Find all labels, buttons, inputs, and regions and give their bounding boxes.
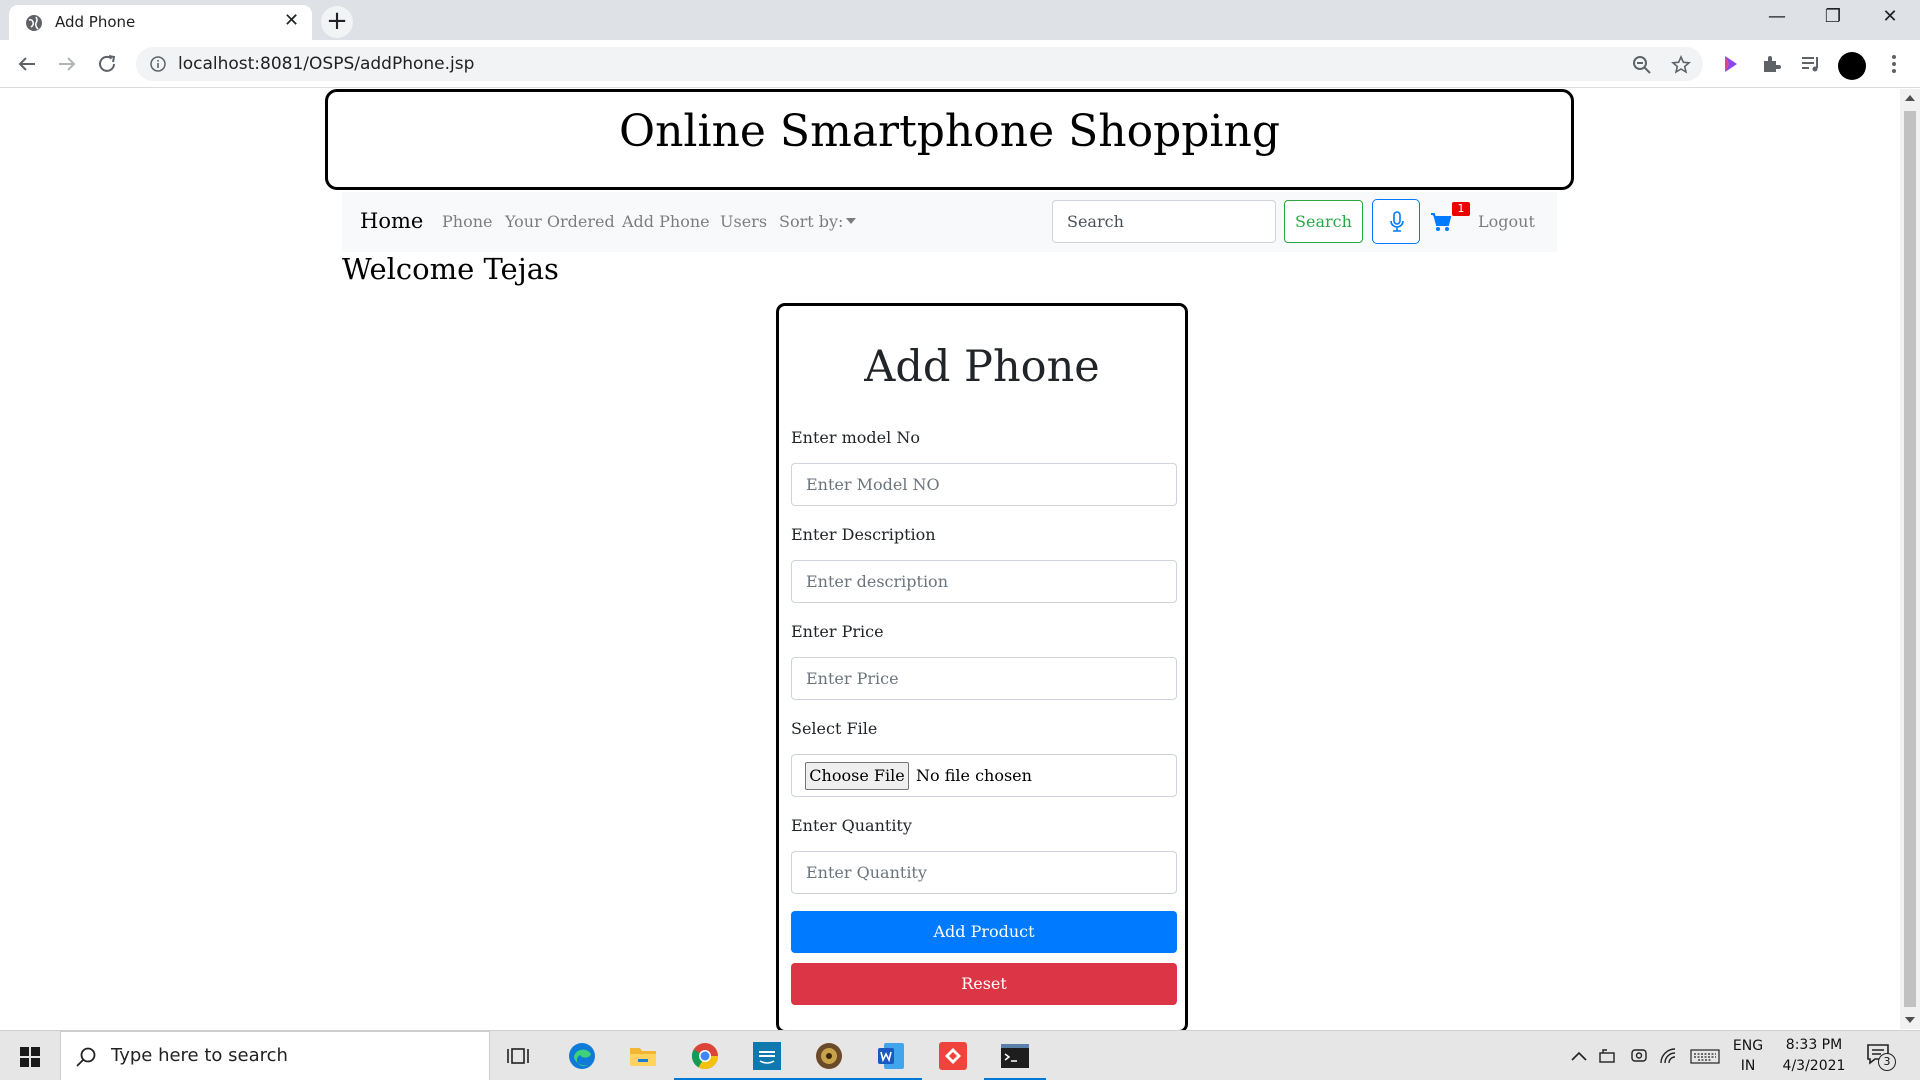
sort-dropdown[interactable]: Sort by: bbox=[779, 212, 857, 231]
cart-icon[interactable] bbox=[1430, 212, 1452, 232]
action-center-button[interactable]: 3 bbox=[1866, 1043, 1896, 1071]
scroll-thumb[interactable] bbox=[1904, 111, 1916, 1007]
search-icon bbox=[76, 1047, 96, 1067]
price-label: Enter Price bbox=[791, 622, 884, 641]
site-info-icon[interactable] bbox=[150, 56, 166, 72]
add-product-button[interactable]: Add Product bbox=[791, 911, 1177, 953]
browser-tab-strip: Add Phone ✕ + — ❐ ✕ bbox=[0, 0, 1920, 40]
new-tab-button[interactable]: + bbox=[321, 6, 353, 38]
close-window-button[interactable]: ✕ bbox=[1870, 6, 1910, 27]
caret-down-icon bbox=[846, 218, 857, 224]
task-view-icon[interactable] bbox=[504, 1040, 536, 1072]
media-playlist-icon[interactable] bbox=[1800, 53, 1822, 75]
model-label: Enter model No bbox=[791, 428, 920, 447]
quantity-input[interactable]: Enter Quantity bbox=[791, 851, 1177, 894]
description-label: Enter Description bbox=[791, 525, 936, 544]
site-title: Online Smartphone Shopping bbox=[619, 106, 1280, 157]
anydesk-icon[interactable] bbox=[937, 1040, 969, 1072]
voice-search-button[interactable] bbox=[1372, 199, 1420, 244]
profile-avatar[interactable] bbox=[1838, 52, 1866, 80]
edge-browser-icon[interactable] bbox=[566, 1040, 598, 1072]
clock-date[interactable]: 4/3/2021 bbox=[1776, 1058, 1852, 1074]
word-icon[interactable] bbox=[875, 1040, 907, 1072]
chevron-up-icon[interactable] bbox=[1569, 1047, 1589, 1065]
file-status-text: No file chosen bbox=[916, 766, 1032, 785]
add-phone-form: Add Phone Enter model No Enter Model NO … bbox=[776, 303, 1188, 1033]
browser-toolbar: localhost:8081/OSPS/addPhone.jsp bbox=[0, 40, 1920, 88]
back-arrow-icon[interactable] bbox=[15, 52, 39, 76]
game-app-icon[interactable] bbox=[813, 1040, 845, 1072]
address-bar[interactable]: localhost:8081/OSPS/addPhone.jsp bbox=[136, 47, 1703, 81]
notification-count: 3 bbox=[1878, 1053, 1896, 1071]
site-header: Online Smartphone Shopping bbox=[325, 89, 1574, 190]
navbar: Home Phone Your Ordered Add Phone Users … bbox=[342, 192, 1557, 252]
windows-start-icon[interactable] bbox=[20, 1047, 40, 1067]
scroll-up-icon[interactable] bbox=[1905, 95, 1915, 101]
mysql-console-icon[interactable] bbox=[999, 1040, 1031, 1072]
minimize-button[interactable]: — bbox=[1757, 6, 1797, 27]
search-button[interactable]: Search bbox=[1284, 200, 1363, 243]
clock-time[interactable]: 8:33 PM bbox=[1776, 1037, 1852, 1053]
sort-dropdown-label: Sort by: bbox=[779, 212, 844, 231]
globe-icon bbox=[26, 15, 42, 31]
nav-link-users[interactable]: Users bbox=[720, 212, 767, 231]
reload-icon[interactable] bbox=[95, 52, 119, 76]
network-adapter-icon[interactable] bbox=[1598, 1047, 1618, 1065]
chrome-menu-icon[interactable] bbox=[1883, 53, 1905, 75]
file-label: Select File bbox=[791, 719, 878, 738]
camera-icon[interactable] bbox=[1629, 1047, 1649, 1065]
scroll-down-icon[interactable] bbox=[1905, 1017, 1915, 1023]
nav-home-link[interactable]: Home bbox=[360, 209, 423, 233]
url-text: localhost:8081/OSPS/addPhone.jsp bbox=[178, 54, 475, 74]
file-explorer-icon[interactable] bbox=[627, 1040, 659, 1072]
microphone-icon bbox=[1390, 211, 1404, 232]
prime-video-icon[interactable] bbox=[751, 1040, 783, 1072]
language-region[interactable]: IN bbox=[1731, 1058, 1765, 1074]
description-input[interactable]: Enter description bbox=[791, 560, 1177, 603]
tab-close-icon[interactable]: ✕ bbox=[284, 10, 299, 32]
keyboard-icon[interactable] bbox=[1690, 1047, 1720, 1065]
page-scrollbar[interactable] bbox=[1900, 89, 1920, 1029]
logout-link[interactable]: Logout bbox=[1478, 212, 1535, 231]
nav-search-input[interactable]: Search bbox=[1052, 200, 1276, 243]
model-no-input[interactable]: Enter Model NO bbox=[791, 463, 1177, 506]
language-code[interactable]: ENG bbox=[1731, 1038, 1765, 1054]
nav-link-your-ordered[interactable]: Your Ordered bbox=[505, 212, 615, 231]
chrome-browser-icon[interactable] bbox=[689, 1040, 721, 1072]
taskbar-search-placeholder: Type here to search bbox=[111, 1045, 288, 1066]
forward-arrow-icon[interactable] bbox=[55, 52, 79, 76]
browser-tab[interactable]: Add Phone ✕ bbox=[9, 5, 312, 40]
bookmark-star-icon[interactable] bbox=[1671, 55, 1691, 75]
zoom-icon[interactable] bbox=[1632, 55, 1652, 75]
extension-arrow-icon[interactable] bbox=[1720, 53, 1742, 75]
choose-file-button[interactable]: Choose File bbox=[805, 762, 909, 790]
wifi-icon[interactable] bbox=[1659, 1047, 1679, 1065]
nav-link-add-phone[interactable]: Add Phone bbox=[622, 212, 710, 231]
reset-button[interactable]: Reset bbox=[791, 963, 1177, 1005]
cart-count-badge: 1 bbox=[1452, 202, 1470, 216]
price-input[interactable]: Enter Price bbox=[791, 657, 1177, 700]
taskbar-search-box[interactable]: Type here to search bbox=[60, 1031, 490, 1080]
nav-link-phone[interactable]: Phone bbox=[442, 212, 492, 231]
file-input[interactable]: Choose File No file chosen bbox=[791, 754, 1177, 797]
extensions-puzzle-icon[interactable] bbox=[1760, 53, 1782, 75]
taskbar: Type here to search ENG IN 8:33 PM 4/3/2… bbox=[0, 1030, 1920, 1080]
maximize-button[interactable]: ❐ bbox=[1813, 6, 1853, 27]
form-title: Add Phone bbox=[864, 342, 1100, 392]
tab-title: Add Phone bbox=[55, 13, 136, 31]
quantity-label: Enter Quantity bbox=[791, 816, 912, 835]
welcome-message: Welcome Tejas bbox=[342, 252, 559, 286]
